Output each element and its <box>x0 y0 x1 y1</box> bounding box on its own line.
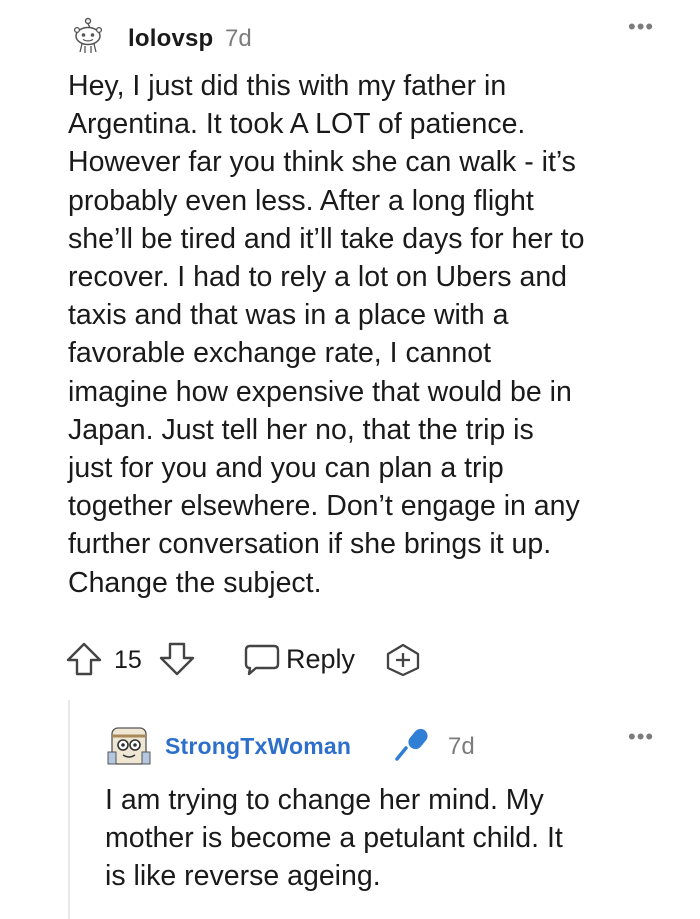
add-award-icon <box>386 643 420 677</box>
comment-body: Hey, I just did this with my father in A… <box>68 70 585 599</box>
comment-actions: 15 Reply <box>64 640 464 678</box>
avatar[interactable] <box>68 16 108 56</box>
upvote-button[interactable] <box>64 640 104 678</box>
comment-username[interactable]: lolovsp <box>128 25 213 53</box>
comment-timestamp[interactable]: 7d <box>225 25 252 53</box>
arrow-down-icon <box>159 642 195 676</box>
arrow-up-icon <box>66 642 102 676</box>
reply-body: I am trying to change her mind. My mothe… <box>105 784 563 893</box>
more-options-button[interactable]: ••• <box>628 726 654 748</box>
reply-button[interactable] <box>242 640 282 678</box>
reply-username[interactable]: StrongTxWoman <box>165 733 351 760</box>
downvote-button[interactable] <box>157 640 197 678</box>
reply-timestamp[interactable]: 7d <box>448 733 475 761</box>
vote-score: 15 <box>114 646 142 674</box>
more-options-button[interactable]: ••• <box>628 16 654 38</box>
award-button[interactable] <box>385 643 421 677</box>
thread-line[interactable] <box>68 700 70 919</box>
reply-label[interactable]: Reply <box>286 644 355 675</box>
avatar[interactable] <box>106 722 152 768</box>
snoo-avatar-icon <box>73 17 103 53</box>
microphone-icon <box>393 726 435 767</box>
snoo-avatar-icon <box>107 727 151 765</box>
speech-bubble-icon <box>244 644 280 676</box>
